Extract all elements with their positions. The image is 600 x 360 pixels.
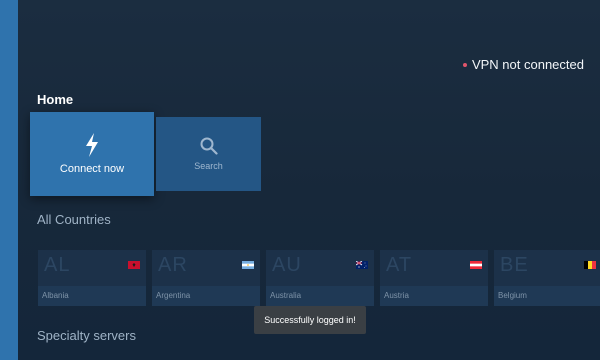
toast-text: Successfully logged in! [264, 315, 356, 325]
country-code: AL [44, 254, 71, 276]
belgium-flag-icon [584, 261, 596, 269]
search-label: Search [194, 161, 223, 171]
country-name: Belgium [498, 291, 527, 300]
country-code: AT [386, 254, 413, 276]
connect-now-label: Connect now [59, 163, 125, 175]
country-name-bar: Belgium [494, 286, 600, 306]
country-name: Australia [270, 291, 302, 300]
status-dot [462, 62, 467, 67]
search-button[interactable]: Search [156, 117, 261, 191]
bolt-icon [86, 133, 98, 157]
austria-flag-icon [470, 261, 482, 269]
country-name-bar: Australia [266, 286, 374, 306]
country-name-bar: Albania [38, 286, 146, 306]
country-card-argentina[interactable]: AR Argentina [152, 250, 260, 306]
albania-flag-icon [128, 261, 140, 269]
country-name: Austria [384, 291, 409, 300]
all-countries-title: All Countries [37, 212, 111, 227]
country-name: Albania [42, 291, 69, 300]
vpn-status-text: VPN not connected [471, 57, 584, 72]
specialty-servers-title: Specialty servers [37, 328, 136, 343]
country-name-bar: Argentina [152, 286, 260, 306]
search-icon [200, 137, 218, 155]
country-name: Argentina [156, 291, 191, 300]
country-code: BE [500, 254, 529, 276]
country-code: AR [158, 254, 188, 276]
argentina-flag-icon [242, 261, 254, 269]
vpn-status: VPN not connected [462, 57, 584, 72]
country-list: AL Albania AR Argentina AU Australia AT … [38, 232, 600, 307]
country-name-bar: Austria [380, 286, 488, 306]
country-card-australia[interactable]: AU Australia [266, 250, 374, 306]
connect-now-button[interactable]: Connect now [30, 112, 154, 196]
country-card-albania[interactable]: AL Albania [38, 250, 146, 306]
country-card-belgium[interactable]: BE Belgium [494, 250, 600, 306]
login-toast: Successfully logged in! [254, 306, 366, 334]
country-code: AU [272, 254, 302, 276]
country-card-austria[interactable]: AT Austria [380, 250, 488, 306]
home-section-title: Home [37, 92, 74, 107]
left-accent-bar [0, 0, 18, 360]
australia-flag-icon [356, 261, 368, 269]
